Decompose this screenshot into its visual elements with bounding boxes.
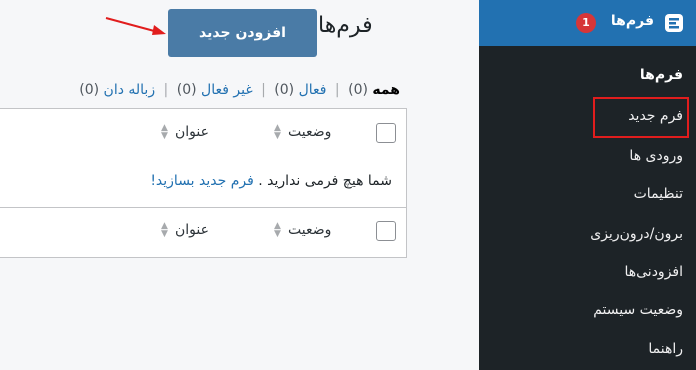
status-filters: همه (0) | فعال (0) | غیر فعال (0) | زبال… (79, 82, 400, 98)
filter-all[interactable]: همه (372, 82, 400, 98)
filter-trash-count: (0) (79, 82, 100, 98)
sort-arrows-icon: ▲ ▼ (274, 221, 281, 239)
filter-inactive-count: (0) (176, 82, 197, 98)
sort-arrows-icon: ▲ ▼ (161, 123, 168, 141)
filter-all-count: (0) (348, 82, 368, 98)
column-status-footer[interactable]: ▲ ▼ وضعیت (270, 221, 331, 239)
sort-arrows-icon: ▲ ▼ (161, 221, 168, 239)
sidebar-item-settings[interactable]: تنظیمات (634, 186, 683, 202)
table-footer-row: ▲ ▼ وضعیت ▲ ▼ عنوان (0, 207, 406, 256)
sidebar-item-entries[interactable]: ورودی ها (629, 148, 683, 164)
table-empty-row: شما هیچ فرمی ندارید . فرم جدید بسازید! (0, 158, 406, 208)
column-title-footer[interactable]: ▲ ▼ عنوان (157, 221, 209, 239)
column-title-header[interactable]: ▲ ▼ عنوان (157, 123, 209, 141)
filter-active-count: (0) (274, 82, 295, 98)
table-header-row: ▲ ▼ وضعیت ▲ ▼ عنوان (0, 109, 406, 159)
sidebar-item-addons[interactable]: افزودنی‌ها (624, 264, 683, 280)
select-all-checkbox[interactable] (376, 123, 396, 143)
form-plugin-icon (665, 14, 683, 32)
column-status-header[interactable]: ▲ ▼ وضعیت (270, 123, 331, 141)
sidebar-item-import-export[interactable]: برون/درون‌ریزی (590, 226, 683, 242)
sidebar-item-forms[interactable]: فرم‌ها (640, 67, 683, 83)
highlight-box (593, 97, 689, 138)
annotation-arrow (105, 17, 166, 35)
main-content: افزودن جدید فرم‌ها همه (0) | فعال (0) | … (0, 0, 479, 370)
add-new-button[interactable]: افزودن جدید (168, 9, 317, 57)
filter-inactive[interactable]: غیر فعال (201, 82, 253, 98)
sidebar-menu-label: فرم‌ها (610, 13, 654, 29)
filter-trash[interactable]: زباله دان (104, 82, 156, 98)
active-menu-notch (471, 15, 479, 31)
filter-separator: | (261, 82, 266, 98)
create-form-link[interactable]: فرم جدید بسازید! (150, 173, 254, 189)
sidebar-item-system-status[interactable]: وضعیت سیستم (593, 302, 683, 318)
forms-table: ▲ ▼ وضعیت ▲ ▼ عنوان شما هیچ فرمی ندارید . فر… (0, 108, 407, 258)
select-all-checkbox-footer[interactable] (376, 221, 396, 241)
sidebar-item-help[interactable]: راهنما (648, 341, 683, 357)
page-title: فرم‌ها (318, 13, 373, 38)
filter-separator: | (163, 82, 169, 98)
sort-arrows-icon: ▲ ▼ (274, 123, 281, 141)
filter-active[interactable]: فعال (299, 82, 327, 98)
admin-sidebar: 1 فرم‌ها فرم‌ها فرم جدید ورودی ها تنظیما… (471, 0, 696, 370)
empty-message: شما هیچ فرمی ندارید . فرم جدید بسازید! (150, 173, 392, 189)
filter-separator: | (334, 82, 340, 98)
notification-badge: 1 (576, 13, 596, 33)
sidebar-menu-forms[interactable]: 1 فرم‌ها (471, 0, 696, 46)
